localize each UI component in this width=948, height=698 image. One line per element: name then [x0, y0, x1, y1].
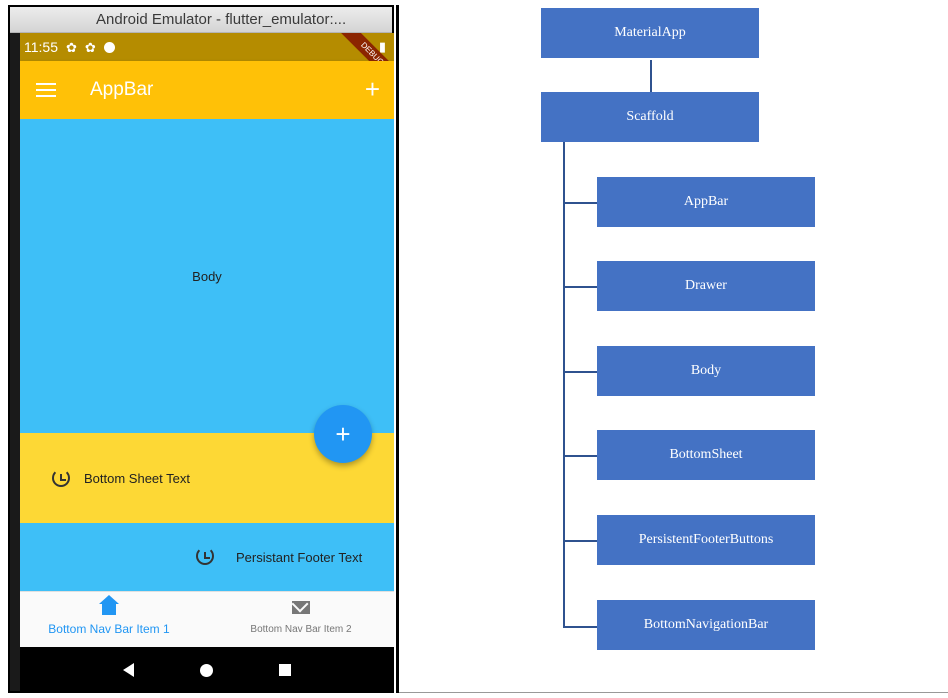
window-title: Android Emulator - flutter_emulator:... [10, 7, 392, 33]
node-appbar: AppBar [597, 177, 815, 227]
body-label: Body [192, 268, 222, 284]
status-bar: 11:55 ✿ ✿ ▮ DEBUG [20, 33, 394, 88]
home-button-icon[interactable] [200, 663, 213, 677]
app-bar-title: AppBar [90, 79, 154, 100]
refresh-icon [52, 469, 70, 487]
phone-screen: 11:55 ✿ ✿ ▮ DEBUG AppBar + Body Bottom S… [20, 33, 394, 693]
persistent-footer: Persistant Footer Text [20, 523, 394, 591]
tree-trunk [563, 142, 565, 628]
node-materialapp: MaterialApp [541, 8, 759, 58]
node-drawer: Drawer [597, 261, 815, 311]
node-bottomnavigationbar: BottomNavigationBar [597, 600, 815, 650]
back-icon[interactable] [123, 663, 134, 677]
notification-dot-icon [103, 41, 115, 53]
system-navigation-bar [20, 647, 394, 693]
connector [563, 455, 597, 457]
app-bar: AppBar + [20, 61, 394, 119]
emulator-window: Android Emulator - flutter_emulator:... … [8, 5, 394, 693]
connector [563, 540, 597, 542]
bottom-navigation-bar: Bottom Nav Bar Item 1 Bottom Nav Bar Ite… [20, 591, 394, 647]
bottom-rule [399, 692, 948, 693]
connector [563, 202, 597, 204]
nav-item-label: Bottom Nav Bar Item 1 [48, 622, 170, 636]
connector [563, 371, 597, 373]
node-bottomsheet: BottomSheet [597, 430, 815, 480]
connector [563, 626, 597, 628]
nav-item-label: Bottom Nav Bar Item 2 [250, 624, 352, 635]
bottom-sheet-text: Bottom Sheet Text [84, 470, 190, 486]
mail-icon [292, 600, 310, 614]
node-scaffold: Scaffold [541, 92, 759, 142]
settings-status-icon: ✿ [66, 39, 77, 55]
nav-item-1[interactable]: Bottom Nav Bar Item 1 [34, 595, 184, 636]
footer-text[interactable]: Persistant Footer Text [236, 550, 362, 565]
status-time: 11:55 [24, 39, 58, 55]
nav-item-2[interactable]: Bottom Nav Bar Item 2 [226, 598, 376, 635]
node-persistentfooterbuttons: PersistentFooterButtons [597, 515, 815, 565]
recents-icon[interactable] [279, 664, 291, 676]
body-area: Body [20, 119, 394, 433]
frame-divider [396, 5, 399, 693]
connector [650, 60, 652, 92]
connector [563, 286, 597, 288]
menu-icon[interactable] [36, 79, 56, 101]
add-action-icon[interactable]: + [365, 75, 380, 103]
node-body: Body [597, 346, 815, 396]
home-icon [99, 595, 119, 615]
settings-status-icon-2: ✿ [84, 39, 96, 55]
floating-action-button[interactable]: + [314, 405, 372, 463]
footer-refresh-icon[interactable] [196, 547, 214, 565]
